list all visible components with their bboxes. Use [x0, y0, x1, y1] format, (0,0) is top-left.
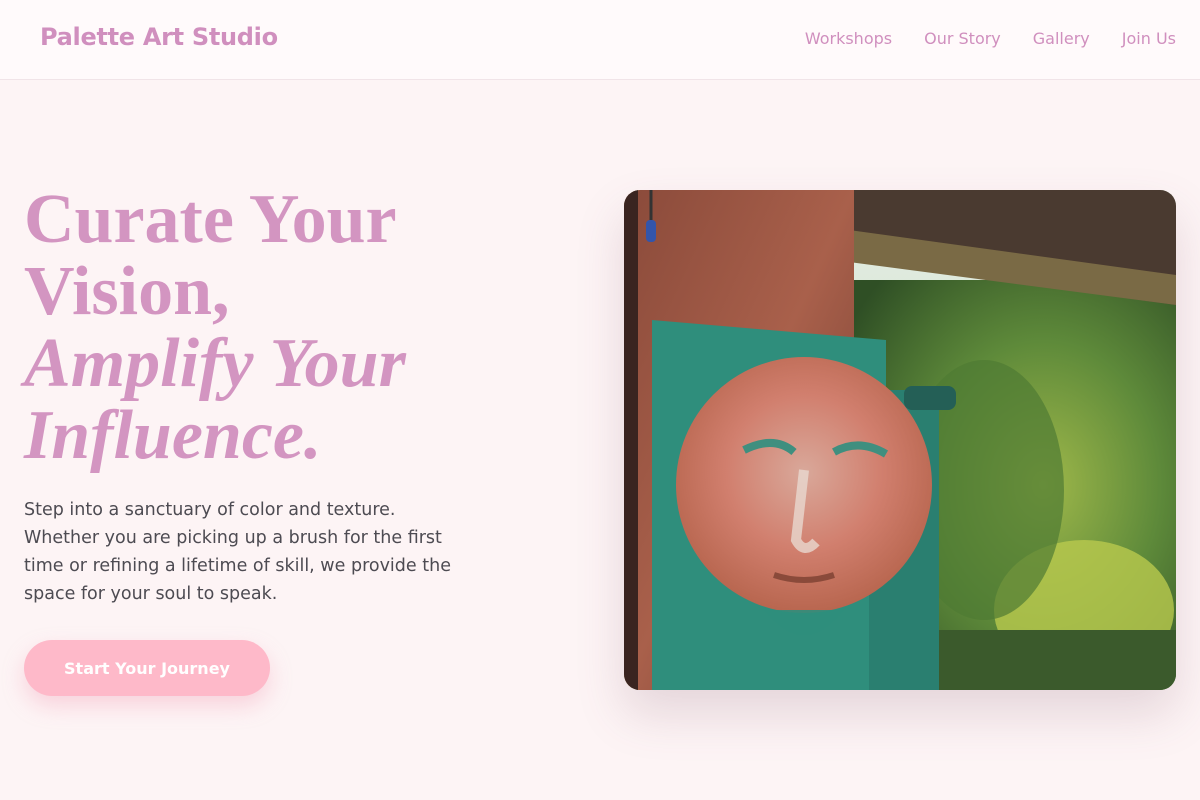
- hero-title-italic-line: Amplify Your: [24, 325, 406, 402]
- hero-title-line: Vision,: [24, 253, 230, 330]
- start-journey-button[interactable]: Start Your Journey: [24, 640, 270, 696]
- hero-title-italic-line: Influence.: [24, 397, 322, 474]
- hero-artwork-image: [624, 190, 1176, 690]
- hero-description: Step into a sanctuary of color and textu…: [24, 500, 451, 604]
- nav-link-our-story[interactable]: Our Story: [924, 29, 1001, 48]
- brand-logo[interactable]: Palette Art Studio: [40, 23, 278, 51]
- top-nav-bar: Palette Art Studio Workshops Our Story G…: [0, 0, 1200, 80]
- nav-link-workshops[interactable]: Workshops: [805, 29, 892, 48]
- nav-link-join-us[interactable]: Join Us: [1122, 29, 1176, 48]
- hero-title-line: Curate Your: [24, 181, 397, 258]
- main-nav: Workshops Our Story Gallery Join Us: [805, 29, 1176, 48]
- hero-artwork-illustration: [624, 190, 1176, 690]
- hero-title: Curate Your Vision, Amplify Your Influen…: [24, 184, 544, 472]
- nav-link-gallery[interactable]: Gallery: [1033, 29, 1090, 48]
